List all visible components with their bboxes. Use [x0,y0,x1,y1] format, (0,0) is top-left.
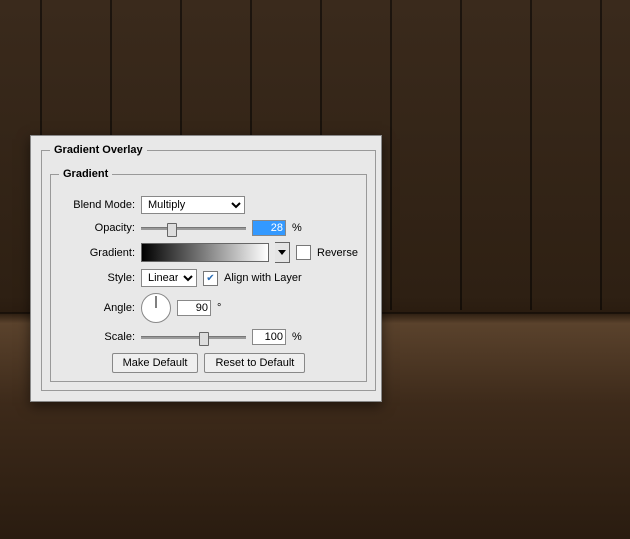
gradient-fieldset: Gradient Blend Mode: Multiply Opacity: 2… [50,168,367,382]
angle-label: Angle: [59,302,135,314]
gradient-overlay-panel: Gradient Overlay Gradient Blend Mode: Mu… [30,135,382,402]
reverse-checkbox[interactable] [296,245,311,260]
wood-background: Gradient Overlay Gradient Blend Mode: Mu… [0,0,630,539]
chevron-down-icon [278,250,286,255]
bg-plank [600,0,602,310]
opacity-label: Opacity: [59,222,135,234]
scale-slider[interactable] [141,329,246,345]
opacity-slider-thumb[interactable] [167,223,177,237]
panel-title: Gradient Overlay [50,144,147,156]
gradient-swatch[interactable] [141,243,269,262]
outer-fieldset: Gradient Overlay Gradient Blend Mode: Mu… [41,144,376,391]
angle-row: Angle: 90 ° [59,293,358,323]
align-checkbox[interactable]: ✔ [203,271,218,286]
angle-unit: ° [217,302,221,314]
scale-input[interactable]: 100 [252,329,286,345]
gradient-dropdown-button[interactable] [275,242,290,263]
style-select[interactable]: Linear [141,269,197,287]
reset-default-button[interactable]: Reset to Default [204,353,305,373]
gradient-label: Gradient: [59,247,135,259]
make-default-button[interactable]: Make Default [112,353,199,373]
opacity-unit: % [292,222,302,234]
bg-plank [530,0,532,310]
blend-mode-select[interactable]: Multiply [141,196,245,214]
opacity-slider[interactable] [141,220,246,236]
scale-row: Scale: 100 % [59,329,358,345]
style-row: Style: Linear ✔ Align with Layer [59,269,358,287]
button-row: Make Default Reset to Default [59,353,358,373]
bg-plank [390,0,392,310]
opacity-input[interactable]: 28 [252,220,286,236]
scale-unit: % [292,331,302,343]
angle-input[interactable]: 90 [177,300,211,316]
angle-dial[interactable] [141,293,171,323]
style-label: Style: [59,272,135,284]
reverse-label: Reverse [317,247,358,259]
group-title: Gradient [59,168,112,180]
scale-label: Scale: [59,331,135,343]
gradient-row: Gradient: Reverse [59,242,358,263]
blend-mode-row: Blend Mode: Multiply [59,196,358,214]
bg-plank [460,0,462,310]
opacity-row: Opacity: 28 % [59,220,358,236]
align-label: Align with Layer [224,272,302,284]
blend-mode-label: Blend Mode: [59,199,135,211]
scale-slider-thumb[interactable] [199,332,209,346]
